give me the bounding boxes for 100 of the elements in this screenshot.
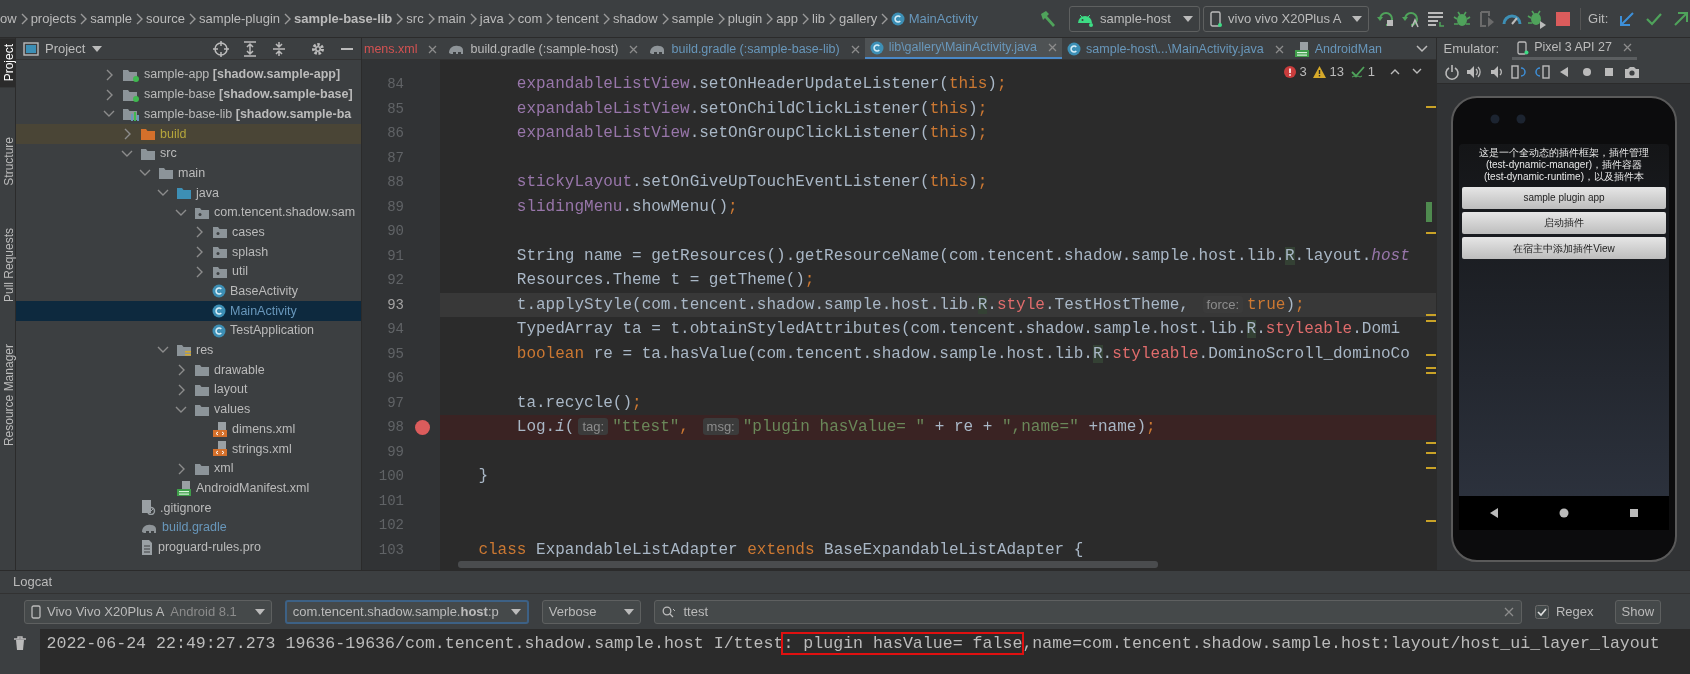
checkbox-label: Regex: [1556, 602, 1594, 621]
breadcrumb-item[interactable]: src: [406, 8, 424, 29]
run-config-dropdown[interactable]: sample-host: [1069, 5, 1200, 32]
tree-row[interactable]: proguard-rules.pro: [16, 537, 361, 558]
tree-item-label: drawable: [214, 361, 265, 379]
tree-row[interactable]: dimens.xml: [16, 419, 361, 440]
tree-item-label: TestApplication: [230, 322, 315, 340]
tree-item-label: layout: [214, 381, 248, 399]
tree-item-label: src: [160, 145, 177, 163]
tree-item-label: sample-app [shadow.sample-app]: [144, 66, 341, 84]
breadcrumb-item[interactable]: shadow: [612, 8, 658, 29]
code-line: expandableListView.setOnHeaderUpdateListener(this);: [515, 74, 1008, 95]
code-line: Resources.Theme t = getTheme();: [515, 270, 816, 291]
tree-row[interactable]: res: [16, 340, 361, 361]
app-button[interactable]: sample plugin app: [1462, 186, 1666, 209]
line-number: 93: [386, 295, 405, 315]
breadcrumb-item[interactable]: app: [776, 8, 799, 29]
tree-row[interactable]: main: [16, 163, 361, 184]
editor-tab[interactable]: build.gradle (:sample-host): [442, 38, 644, 59]
breadcrumb-item[interactable]: projects: [30, 8, 77, 29]
breadcrumb-item[interactable]: sample: [90, 8, 133, 29]
tree-row[interactable]: AndroidManifest.xml: [16, 478, 361, 499]
tree-row[interactable]: .gitignore: [16, 498, 361, 518]
tree-item-label: AndroidManifest.xml: [196, 479, 310, 497]
inspection-count: 3: [1299, 63, 1307, 81]
inspection-count: 13: [1329, 63, 1344, 81]
tree-row[interactable]: sample-app [shadow.sample-app]: [16, 65, 361, 85]
intro-text: (test-dynamic-runtime)，以及插件本: [1484, 171, 1644, 184]
tree-row[interactable]: src: [16, 143, 361, 164]
tree-row[interactable]: MainActivity: [16, 301, 361, 321]
tree-row[interactable]: util: [16, 261, 361, 282]
tree-row[interactable]: build: [16, 124, 361, 144]
code-line: boolean re = ta.hasValue(com.tencent.shadow.sample.host.lib.R.styleable.DominoScroll_dominoCo: [515, 343, 1411, 365]
intro-text: (test-dynamic-manager)，插件容器: [1485, 159, 1643, 171]
breadcrumb-item[interactable]: sample: [671, 8, 714, 29]
tree-row[interactable]: drawable: [16, 360, 361, 380]
code-line: ta.recycle();: [515, 392, 643, 414]
tree-item-label: java: [196, 184, 219, 202]
tree-row[interactable]: layout: [16, 380, 361, 400]
process-dropdown[interactable]: com.tencent.shadow.sample.host:p: [284, 599, 529, 624]
code-line: TypedArray ta = t.obtainStyledAttributes(com.tencent.shadow.sample.host.lib.R.styleable.Domi: [515, 319, 1402, 340]
tree-item-label: BaseActivity: [230, 283, 299, 301]
tree-row[interactable]: java: [16, 183, 361, 203]
code-line: expandableListView.setOnChildClickListener(this);: [515, 98, 989, 120]
editor-tab[interactable]: build.gradle (:sample-base-lib): [643, 38, 865, 59]
breadcrumb-item[interactable]: ow: [0, 8, 17, 29]
breadcrumb-item[interactable]: source: [146, 8, 186, 29]
tree-item-label: MainActivity: [230, 302, 297, 320]
code-line: String name = getResources().getResourceName(com.tencent.shadow.sample.host.lib.R.layout.host: [515, 245, 1411, 267]
emulator-tab[interactable]: Pixel 3 API 27: [1512, 38, 1637, 60]
tree-item-label: xml: [214, 460, 234, 478]
tree-item-label: com.tencent.shadow.sam: [214, 204, 356, 222]
tree-item-label: build.gradle: [162, 519, 227, 537]
tree-row[interactable]: strings.xml: [16, 439, 361, 459]
tree-row[interactable]: xml: [16, 458, 361, 479]
tree-item-label: main: [178, 164, 206, 182]
breadcrumb-item[interactable]: tencent: [556, 8, 599, 29]
tree-item-label: strings.xml: [232, 440, 292, 458]
device-dropdown[interactable]: vivo vivo X20Plus A: [1203, 5, 1369, 32]
breadcrumb-item[interactable]: main: [437, 8, 466, 29]
code-line: expandableListView.setOnGroupClickListener(this);: [515, 123, 989, 144]
breadcrumb-item[interactable]: MainActivity: [891, 8, 978, 29]
tree-row[interactable]: splash: [16, 242, 361, 262]
search-field[interactable]: ttest: [654, 599, 1523, 624]
breadcrumb-item[interactable]: java: [479, 8, 504, 29]
tool-window-tab[interactable]: Structure: [0, 131, 15, 193]
tool-window-tab[interactable]: Project: [0, 38, 15, 88]
tool-window-tab[interactable]: Pull Requests: [0, 222, 15, 309]
tree-row[interactable]: sample-base [shadow.sample-base]: [16, 84, 361, 105]
tree-row[interactable]: cases: [16, 222, 361, 243]
tree-item-label: build: [160, 125, 187, 143]
tree-item-label: splash: [232, 243, 269, 261]
level-dropdown[interactable]: Verbose: [541, 599, 642, 624]
editor-tab[interactable]: AndroidMan: [1288, 38, 1388, 59]
tree-row[interactable]: BaseActivity: [16, 281, 361, 302]
tree-row[interactable]: build.gradle: [16, 517, 361, 538]
breadcrumb-item[interactable]: com: [517, 8, 543, 29]
intro-text: 这是一个全动态的插件框架，插件管理: [1479, 147, 1649, 159]
breadcrumb-item[interactable]: lib: [812, 8, 826, 29]
breadcrumb-item[interactable]: sample-base-lib: [294, 8, 393, 29]
tree-row[interactable]: TestApplication: [16, 320, 361, 341]
breadcrumb-item[interactable]: gallery: [839, 8, 878, 29]
breadcrumb-item[interactable]: sample-plugin: [199, 8, 281, 29]
code-line: stickyLayout.setOnGiveUpTouchEventListener(this);: [515, 172, 989, 193]
tree-row[interactable]: values: [16, 399, 361, 420]
tree-row[interactable]: com.tencent.shadow.sam: [16, 202, 361, 223]
app-button[interactable]: 在宿主中添加插件View: [1462, 237, 1666, 259]
tree-item-label: util: [232, 263, 248, 281]
tree-item-label: res: [196, 342, 214, 360]
show-button[interactable]: Show: [1614, 599, 1662, 624]
tree-item-label: sample-base [shadow.sample-base]: [144, 86, 353, 104]
tree-row[interactable]: sample-base-lib [shadow.sample-ba: [16, 104, 361, 125]
project-view-dropdown[interactable]: Project: [22, 38, 102, 59]
code-line: }: [477, 466, 489, 487]
breadcrumb-item[interactable]: plugin: [727, 8, 763, 29]
device-dropdown[interactable]: Vivo Vivo X20Plus A Android 8.1: [24, 599, 272, 624]
tool-window-tab[interactable]: Resource Manager: [0, 338, 15, 453]
editor-tab[interactable]: sample-host\...\MainActivity.java: [1062, 38, 1289, 59]
git-label: Git:: [1588, 9, 1609, 28]
app-button[interactable]: 启动插件: [1462, 211, 1666, 234]
